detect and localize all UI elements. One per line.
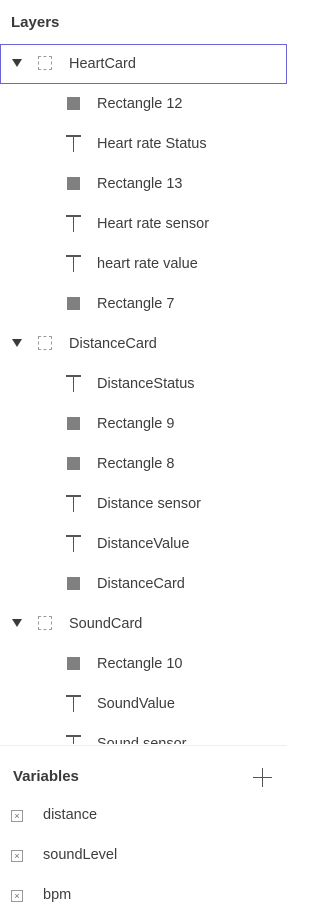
- layer-item-label: Rectangle 7: [97, 296, 175, 312]
- rectangle-icon: [67, 177, 80, 190]
- layer-item[interactable]: DistanceStatus: [0, 364, 287, 404]
- layer-item-label: Rectangle 12: [97, 96, 183, 112]
- layer-item[interactable]: Distance sensor: [0, 484, 287, 524]
- layer-item-label: SoundValue: [97, 696, 175, 712]
- layer-item[interactable]: DistanceCard: [0, 564, 287, 604]
- layer-item-label: Rectangle 10: [97, 656, 183, 672]
- variable-icon: ×: [11, 890, 23, 902]
- variable-item[interactable]: × distance: [0, 806, 287, 846]
- layer-group-label: SoundCard: [69, 616, 143, 632]
- text-icon: [65, 134, 82, 153]
- variable-icon: ×: [11, 810, 23, 822]
- layer-item[interactable]: heart rate value: [0, 244, 287, 284]
- variable-label: distance: [43, 807, 98, 823]
- layer-group-label: DistanceCard: [69, 336, 157, 352]
- variables-panel: Variables × distance × soundLevel × bpm: [0, 745, 287, 912]
- layer-item-label: Rectangle 8: [97, 456, 175, 472]
- variable-label: soundLevel: [43, 847, 118, 863]
- layers-title: Layers: [11, 13, 60, 31]
- layers-panel: Layers HeartCard Rectangle 12 Heart rate…: [0, 0, 287, 912]
- layer-item[interactable]: Rectangle 9: [0, 404, 287, 444]
- rectangle-icon: [67, 97, 80, 110]
- layer-item-label: DistanceCard: [97, 576, 185, 592]
- caret-down-icon[interactable]: [12, 339, 22, 347]
- text-icon: [65, 534, 82, 553]
- variable-icon: ×: [11, 850, 23, 862]
- layer-item-label: DistanceValue: [97, 536, 190, 552]
- layer-item-label: Rectangle 13: [97, 176, 183, 192]
- layer-item[interactable]: Rectangle 13: [0, 164, 287, 204]
- layer-item[interactable]: Heart rate sensor: [0, 204, 287, 244]
- variables-header: Variables: [0, 746, 287, 806]
- text-icon: [65, 494, 82, 513]
- variable-item[interactable]: × soundLevel: [0, 846, 287, 886]
- layer-item-label: heart rate value: [97, 256, 198, 272]
- text-icon: [65, 214, 82, 233]
- layer-item[interactable]: Sound sensor: [0, 724, 287, 744]
- text-icon: [65, 694, 82, 713]
- layer-item[interactable]: Rectangle 8: [0, 444, 287, 484]
- text-icon: [65, 374, 82, 393]
- rectangle-icon: [67, 297, 80, 310]
- frame-icon: [38, 616, 52, 630]
- layer-item[interactable]: Heart rate Status: [0, 124, 287, 164]
- layer-item[interactable]: Rectangle 10: [0, 644, 287, 684]
- rectangle-icon: [67, 417, 80, 430]
- layer-item-label: Heart rate Status: [97, 136, 207, 152]
- text-icon: [65, 734, 82, 744]
- layer-item[interactable]: SoundValue: [0, 684, 287, 724]
- layer-item[interactable]: Rectangle 7: [0, 284, 287, 324]
- frame-icon: [38, 56, 52, 70]
- layer-tree: HeartCard Rectangle 12 Heart rate Status…: [0, 44, 287, 744]
- rectangle-icon: [67, 577, 80, 590]
- layer-item[interactable]: DistanceValue: [0, 524, 287, 564]
- layer-item-label: Rectangle 9: [97, 416, 175, 432]
- layer-item-label: Heart rate sensor: [97, 216, 210, 232]
- text-icon: [65, 254, 82, 273]
- rectangle-icon: [67, 457, 80, 470]
- frame-icon: [38, 336, 52, 350]
- plus-icon[interactable]: [253, 768, 272, 787]
- rectangle-icon: [67, 657, 80, 670]
- variable-label: bpm: [43, 887, 72, 903]
- caret-down-icon[interactable]: [12, 59, 22, 67]
- layer-group-label: HeartCard: [69, 56, 136, 72]
- layer-group-distancecard[interactable]: DistanceCard: [0, 324, 287, 364]
- layer-item-label: Distance sensor: [97, 496, 201, 512]
- caret-down-icon[interactable]: [12, 619, 22, 627]
- layer-item[interactable]: Rectangle 12: [0, 84, 287, 124]
- layer-item-label: DistanceStatus: [97, 376, 195, 392]
- layer-group-heartcard[interactable]: HeartCard: [0, 44, 287, 84]
- variable-item[interactable]: × bpm: [0, 886, 287, 912]
- variables-title: Variables: [13, 768, 79, 785]
- layer-item-label: Sound sensor: [97, 736, 187, 744]
- layer-group-soundcard[interactable]: SoundCard: [0, 604, 287, 644]
